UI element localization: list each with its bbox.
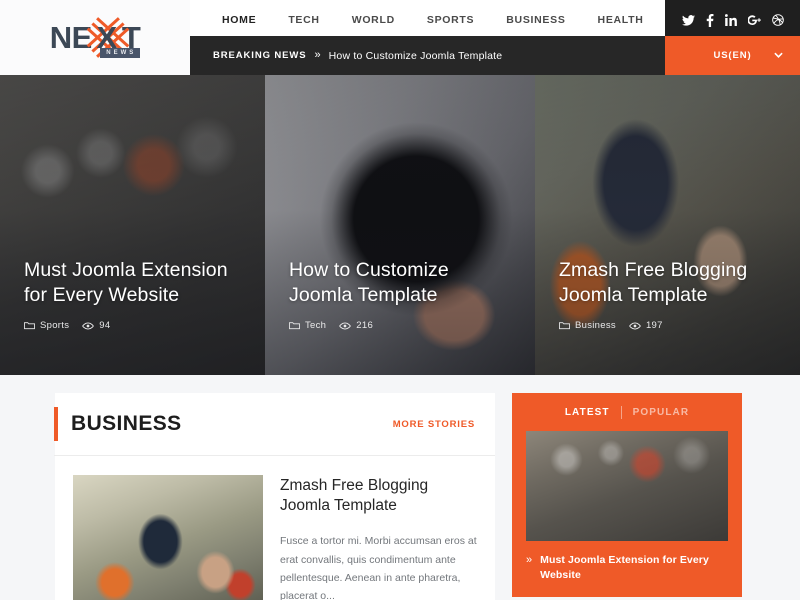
tab-divider: [620, 406, 622, 419]
more-stories-link[interactable]: MORE STORIES: [393, 419, 475, 430]
hero-slide-2[interactable]: How to Customize Joomla Template Tech 21…: [265, 75, 535, 375]
nav-item-world[interactable]: WORLD: [336, 0, 411, 40]
hero-slide-3-body: Zmash Free Blogging Joomla Template Busi…: [535, 258, 800, 375]
hero-slide-1-category[interactable]: Sports: [24, 320, 69, 331]
chevron-right-icon: »: [526, 554, 533, 566]
article-item: Zmash Free Blogging Joomla Template Fusc…: [55, 456, 495, 600]
widget-tabs: LATEST POPULAR: [526, 406, 728, 431]
hero-slide-2-title[interactable]: How to Customize Joomla Template: [289, 258, 513, 309]
language-selector[interactable]: US(EN): [665, 36, 800, 75]
chevron-down-icon: [774, 52, 783, 60]
breaking-news-content: BREAKING NEWS » How to Customize Joomla …: [190, 36, 665, 75]
hero-slide-3-category[interactable]: Business: [559, 320, 616, 331]
nav-item-health[interactable]: HEALTH: [582, 0, 660, 40]
logo-text-x: X: [96, 19, 118, 55]
google-plus-icon[interactable]: [747, 14, 761, 27]
folder-icon: [559, 321, 570, 330]
folder-icon: [289, 321, 300, 330]
site-logo[interactable]: NE X T NEWS: [49, 16, 141, 58]
main-column: BUSINESS MORE STORIES Zmash Free Bloggin…: [54, 393, 495, 600]
nav-item-tech[interactable]: TECH: [272, 0, 335, 40]
hero-slider: Must Joomla Extension for Every Website …: [0, 75, 800, 375]
nav-item-business[interactable]: BUSINESS: [490, 0, 581, 40]
page-title: BUSINESS: [71, 412, 182, 435]
dribbble-icon[interactable]: [771, 14, 784, 26]
logo-x-mark: X: [86, 16, 130, 58]
folder-icon: [24, 321, 35, 330]
linkedin-icon[interactable]: [724, 14, 737, 26]
hero-slide-2-meta: Tech 216: [289, 320, 513, 331]
tab-popular[interactable]: POPULAR: [633, 407, 690, 418]
breaking-separator-icon: »: [314, 49, 321, 61]
tab-latest[interactable]: LATEST: [565, 407, 610, 418]
hero-slide-1-category-label: Sports: [40, 320, 70, 331]
nav-list: HOME TECH WORLD SPORTS BUSINESS HEALTH: [190, 0, 665, 42]
hero-slide-1-meta: Sports 94: [24, 320, 243, 331]
article-body: Zmash Free Blogging Joomla Template Fusc…: [280, 475, 477, 600]
social-links: [665, 0, 800, 40]
breaking-news-label: BREAKING NEWS: [213, 50, 307, 61]
section-header: BUSINESS MORE STORIES: [54, 393, 495, 456]
hero-slide-2-body: How to Customize Joomla Template Tech 21…: [265, 258, 535, 375]
latest-popular-widget: LATEST POPULAR » Must Joomla Extension f…: [512, 393, 742, 598]
facebook-icon[interactable]: [706, 13, 714, 27]
nav-item-sports[interactable]: SPORTS: [411, 0, 490, 40]
list-item[interactable]: » Must Joomla Extension for Every Websit…: [526, 541, 728, 583]
hero-slide-2-category[interactable]: Tech: [289, 320, 326, 331]
article-thumbnail[interactable]: [73, 475, 263, 600]
hero-slide-1-title[interactable]: Must Joomla Extension for Every Website: [24, 258, 243, 309]
logo-zone: NE X T NEWS: [0, 0, 190, 75]
language-label: US(EN): [713, 50, 752, 61]
twitter-icon[interactable]: [681, 14, 695, 26]
hero-slide-2-category-label: Tech: [305, 320, 327, 331]
eye-icon: [339, 321, 352, 330]
hero-slide-3-views: 197: [629, 320, 663, 331]
hero-slide-1-views: 94: [82, 320, 110, 331]
content-area: BUSINESS MORE STORIES Zmash Free Bloggin…: [0, 375, 800, 600]
article-excerpt: Fusce a tortor mi. Morbi accumsan eros a…: [280, 535, 477, 600]
hero-slide-3-category-label: Business: [575, 320, 616, 331]
sidebar: LATEST POPULAR » Must Joomla Extension f…: [512, 393, 742, 600]
hero-slide-1[interactable]: Must Joomla Extension for Every Website …: [0, 75, 265, 375]
hero-slide-1-views-count: 94: [99, 320, 111, 331]
hero-slide-1-body: Must Joomla Extension for Every Website …: [0, 258, 265, 375]
hero-slide-3-title[interactable]: Zmash Free Blogging Joomla Template: [559, 258, 778, 309]
eye-icon: [629, 321, 641, 330]
hero-slide-2-views-count: 216: [356, 320, 374, 331]
breaking-news-headline[interactable]: How to Customize Joomla Template: [329, 50, 503, 62]
hero-slide-2-views: 216: [339, 320, 373, 331]
hero-slide-3-views-count: 197: [645, 320, 663, 331]
logo-text-ne: NE: [49, 20, 93, 55]
list-item-title: Must Joomla Extension for Every Website: [540, 554, 709, 582]
primary-nav: HOME TECH WORLD SPORTS BUSINESS HEALTH: [190, 0, 665, 42]
breaking-news-bar: BREAKING NEWS » How to Customize Joomla …: [190, 36, 800, 75]
widget-featured-image[interactable]: [526, 431, 728, 541]
hero-slide-3[interactable]: Zmash Free Blogging Joomla Template Busi…: [535, 75, 800, 375]
site-header: NE X T NEWS HOME TECH WORLD SPORTS BUSIN…: [0, 0, 800, 75]
nav-item-home[interactable]: HOME: [206, 0, 272, 42]
eye-icon: [82, 321, 95, 330]
article-title[interactable]: Zmash Free Blogging Joomla Template: [280, 476, 477, 516]
hero-slide-3-meta: Business 197: [559, 320, 778, 331]
